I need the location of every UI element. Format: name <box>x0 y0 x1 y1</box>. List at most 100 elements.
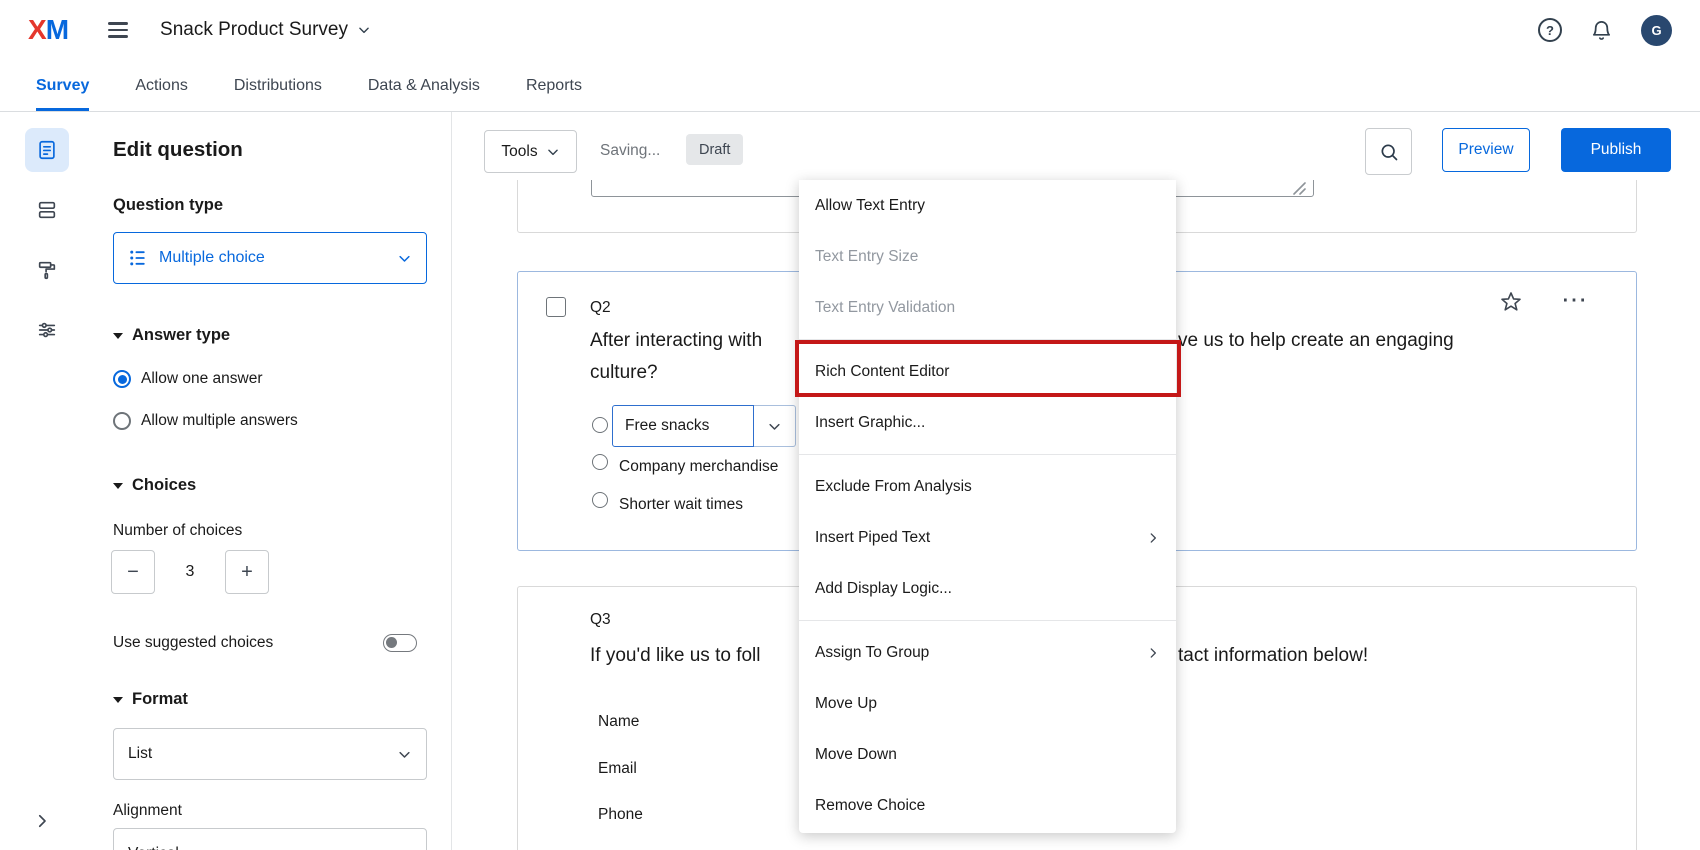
saving-status: Saving... <box>600 142 660 160</box>
question-type-dropdown[interactable]: Multiple choice <box>113 232 427 284</box>
search-button[interactable] <box>1365 128 1412 175</box>
q2-choice3-label[interactable]: Shorter wait times <box>619 496 743 514</box>
decrease-choices-button[interactable]: − <box>111 550 155 594</box>
more-options-icon[interactable]: ⋯ <box>1561 286 1587 312</box>
menu-item-move-up[interactable]: Move Up <box>799 678 1176 729</box>
choice-context-menu: Allow Text Entry Text Entry Size Text En… <box>799 180 1176 833</box>
survey-flow-icon <box>36 199 58 221</box>
menu-item-remove-choice[interactable]: Remove Choice <box>799 780 1176 831</box>
format-dropdown[interactable]: List <box>113 728 427 780</box>
menu-item-text-entry-validation: Text Entry Validation <box>799 282 1176 333</box>
increase-choices-button[interactable]: + <box>225 550 269 594</box>
left-icon-rail <box>0 112 95 850</box>
menu-item-exclude-from-analysis[interactable]: Exclude From Analysis <box>799 461 1176 512</box>
alignment-value: Vertical <box>128 845 179 850</box>
tools-button[interactable]: Tools <box>484 130 577 173</box>
tab-reports[interactable]: Reports <box>526 60 582 111</box>
question-type-value: Multiple choice <box>159 249 265 267</box>
panel-title: Edit question <box>113 138 243 162</box>
tab-actions[interactable]: Actions <box>135 60 187 111</box>
chevron-down-icon <box>767 419 782 434</box>
alignment-dropdown[interactable]: Vertical <box>113 828 427 850</box>
sidebar-item-survey-flow[interactable] <box>25 188 69 232</box>
alignment-label: Alignment <box>113 802 182 820</box>
q2-choice1-dropdown-button[interactable] <box>754 405 796 447</box>
chevron-down-icon <box>357 23 371 37</box>
q3-field-email-label: Email <box>598 760 637 778</box>
menu-item-insert-graphic[interactable]: Insert Graphic... <box>799 397 1176 448</box>
tab-data-analysis[interactable]: Data & Analysis <box>368 60 480 111</box>
submenu-chevron-icon <box>1146 646 1160 660</box>
star-icon[interactable] <box>1499 290 1523 314</box>
toggle-knob <box>386 637 397 648</box>
publish-button[interactable]: Publish <box>1561 128 1671 172</box>
sidebar-item-builder[interactable] <box>25 128 69 172</box>
q2-choice1-input[interactable] <box>612 405 754 447</box>
preview-button[interactable]: Preview <box>1442 128 1530 172</box>
q2-text-start: After interacting with <box>590 330 762 352</box>
number-of-choices-value[interactable]: 3 <box>155 550 225 594</box>
edit-question-panel: Edit question Question type Multiple cho… <box>95 112 452 850</box>
submenu-chevron-icon <box>1146 531 1160 545</box>
answer-option-one[interactable]: Allow one answer <box>113 370 262 388</box>
format-value: List <box>128 745 152 763</box>
chevron-down-icon <box>397 847 412 850</box>
survey-builder-icon <box>36 139 58 161</box>
menu-divider <box>799 620 1176 621</box>
menu-item-move-down[interactable]: Move Down <box>799 729 1176 780</box>
menu-item-assign-to-group[interactable]: Assign To Group <box>799 627 1176 678</box>
q3-text-end: tact information below! <box>1178 645 1368 667</box>
answer-type-section-header[interactable]: Answer type <box>113 326 230 345</box>
sidebar-item-look-feel[interactable] <box>25 248 69 292</box>
app-window: X M Snack Product Survey ? G Survey Acti… <box>0 0 1700 850</box>
collapse-caret-icon <box>113 333 123 339</box>
chevron-down-icon <box>397 747 412 762</box>
menu-item-insert-piped-text[interactable]: Insert Piped Text <box>799 512 1176 563</box>
question-id: Q3 <box>590 611 611 629</box>
format-section-header[interactable]: Format <box>113 690 188 709</box>
notifications-bell-icon[interactable] <box>1590 19 1613 42</box>
avatar[interactable]: G <box>1641 15 1672 46</box>
q2-choice2-label[interactable]: Company merchandise <box>619 458 778 476</box>
q2-select-checkbox[interactable] <box>546 297 566 317</box>
answer-option-multiple[interactable]: Allow multiple answers <box>113 412 298 430</box>
sidebar-item-survey-options[interactable] <box>25 308 69 352</box>
menu-item-rich-content-editor[interactable]: Rich Content Editor <box>799 346 1176 397</box>
canvas-toolbar: Tools Saving... Draft Preview Publish <box>452 112 1700 180</box>
menu-item-add-display-logic[interactable]: Add Display Logic... <box>799 563 1176 614</box>
q2-choice3-radio[interactable] <box>592 492 608 508</box>
menu-divider <box>799 339 1176 340</box>
menu-item-text-entry-size: Text Entry Size <box>799 231 1176 282</box>
chevron-right-icon <box>33 812 51 830</box>
chevron-down-icon <box>546 145 560 159</box>
search-icon <box>1379 142 1399 162</box>
survey-title-dropdown[interactable]: Snack Product Survey <box>160 19 371 41</box>
q3-field-name-label: Name <box>598 713 639 731</box>
collapse-caret-icon <box>113 697 123 703</box>
collapse-caret-icon <box>113 483 123 489</box>
choices-section-header[interactable]: Choices <box>113 476 196 495</box>
chevron-down-icon <box>397 251 412 266</box>
number-of-choices-label: Number of choices <box>113 522 242 540</box>
q2-choice2-radio[interactable] <box>592 454 608 470</box>
look-and-feel-icon <box>36 259 58 281</box>
use-suggested-choices-label: Use suggested choices <box>113 634 273 652</box>
question-type-label: Question type <box>113 196 223 215</box>
help-icon[interactable]: ? <box>1538 18 1562 42</box>
expand-panel-chevron[interactable] <box>33 812 51 835</box>
hamburger-menu-icon[interactable] <box>108 22 128 38</box>
q2-text-line2: culture? <box>590 362 658 384</box>
use-suggested-choices-toggle[interactable] <box>383 634 417 652</box>
multiple-choice-icon <box>128 248 148 268</box>
tab-distributions[interactable]: Distributions <box>234 60 322 111</box>
menu-divider <box>799 454 1176 455</box>
survey-options-icon <box>36 319 58 341</box>
resize-handle-icon[interactable] <box>1292 181 1306 200</box>
logo-letter-x: X <box>28 14 46 46</box>
q2-choice1-radio[interactable] <box>592 417 608 433</box>
tab-survey[interactable]: Survey <box>36 60 89 111</box>
menu-item-allow-text-entry[interactable]: Allow Text Entry <box>799 180 1176 231</box>
logo-letter-m: M <box>46 14 68 46</box>
xm-logo: X M <box>28 14 68 46</box>
radio-selected-icon <box>113 370 131 388</box>
